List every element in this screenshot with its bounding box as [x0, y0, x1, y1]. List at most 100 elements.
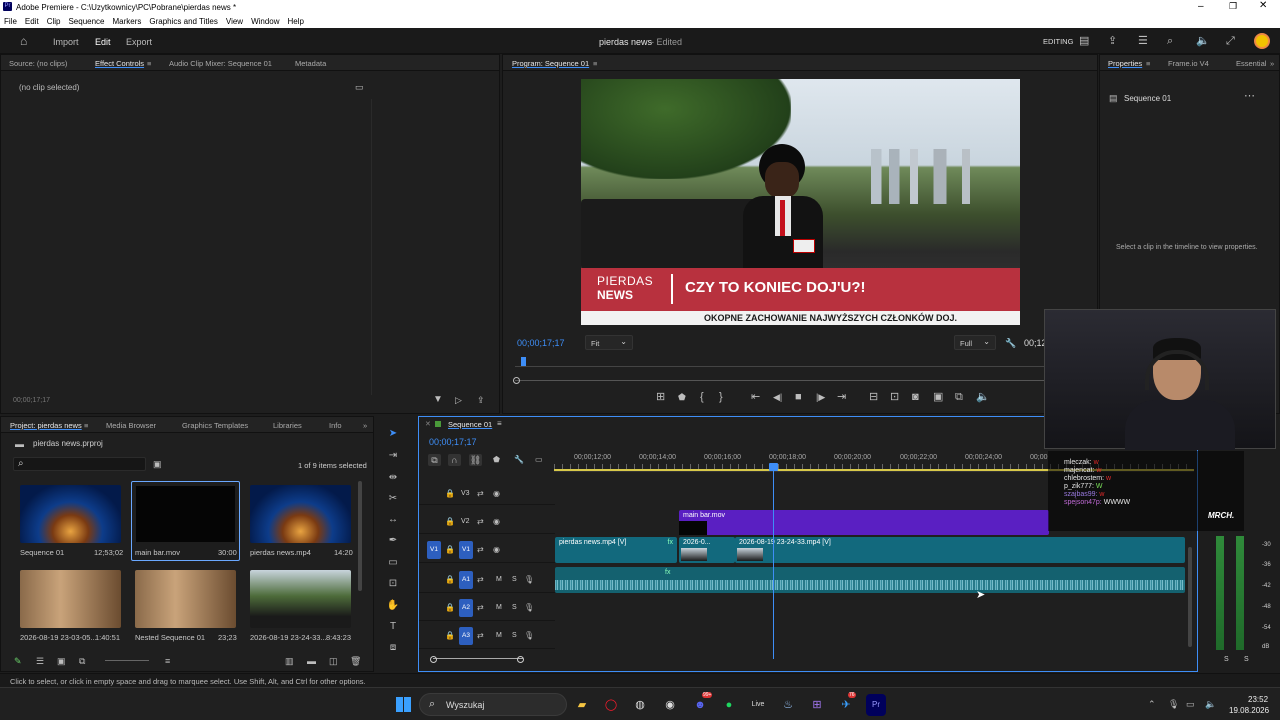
sync-lock-icon[interactable]: ⇄ — [477, 630, 484, 642]
step-back-icon[interactable]: ◀| — [773, 391, 782, 403]
export-frame-icon[interactable]: ⇪ — [477, 394, 485, 406]
selection-tool-icon[interactable]: ➤ — [386, 427, 400, 441]
nest-toggle-icon[interactable]: ⧉ — [428, 454, 441, 466]
lock-icon[interactable]: 🔒 — [445, 488, 455, 500]
clip-2026-long[interactable]: 2026-08-19 23-24-33.mp4 [V] — [735, 537, 1185, 563]
sync-lock-icon[interactable]: ⇄ — [477, 602, 484, 614]
windows-start-icon[interactable] — [396, 697, 411, 712]
eye-icon[interactable]: ◉ — [493, 488, 500, 500]
track-target-a3[interactable]: A3 — [459, 627, 473, 645]
scroll-handle[interactable] — [513, 377, 520, 384]
solo-button[interactable]: S — [512, 632, 517, 639]
go-to-in-icon[interactable]: ⇤ — [751, 391, 760, 403]
settings-wrench-icon[interactable]: 🔧 — [514, 454, 524, 466]
add-marker-icon[interactable]: ⬟ — [678, 391, 686, 403]
timeline-tab[interactable]: Sequence 01 — [448, 420, 492, 429]
mini-ruler[interactable] — [515, 357, 1045, 367]
tray-microphone-icon[interactable]: 🎙 — [1168, 698, 1179, 710]
h-scroll-end-handle[interactable] — [517, 656, 524, 663]
insert-icon[interactable]: ⊟ — [869, 391, 878, 403]
eye-icon[interactable]: ◉ — [493, 516, 500, 528]
lock-icon[interactable]: 🔒 — [445, 574, 455, 586]
track-select-tool-icon[interactable]: ⇥ — [386, 449, 400, 463]
mute-button[interactable]: M — [496, 576, 502, 583]
project-item-clip-2[interactable] — [250, 570, 351, 628]
clock-time[interactable]: 23:52 — [1248, 695, 1268, 704]
marker-icon[interactable]: ⬟ — [493, 454, 500, 466]
hand-tool-icon[interactable]: ✋ — [386, 599, 400, 613]
menu-help[interactable]: Help — [284, 14, 308, 26]
solo-button[interactable]: S — [512, 604, 517, 611]
lock-icon[interactable]: 🔒 — [445, 630, 455, 642]
playhead-handle[interactable] — [769, 463, 778, 471]
search-icon[interactable]: ⌕ — [1167, 35, 1173, 47]
new-bin-icon[interactable]: ▣ — [153, 458, 162, 470]
lock-icon[interactable]: 🔒 — [445, 544, 455, 556]
filter-icon[interactable]: ▼ — [433, 394, 443, 406]
h-scroll-start-handle[interactable] — [430, 656, 437, 663]
menu-sequence[interactable]: Sequence — [64, 14, 108, 26]
network-icon[interactable]: ▭ — [1186, 698, 1195, 710]
program-scrollbar[interactable] — [515, 380, 1045, 381]
mute-button[interactable]: M — [496, 632, 502, 639]
sort-icon[interactable]: ≡ — [165, 655, 170, 667]
tab-media-browser[interactable]: Media Browser — [106, 421, 156, 430]
toggle-timeline-icon[interactable]: ▭ — [355, 81, 364, 93]
linked-selection-icon[interactable]: ⛓ — [469, 454, 482, 466]
sync-lock-icon[interactable]: ⇄ — [477, 488, 484, 500]
avatar[interactable] — [1254, 33, 1270, 49]
tab-properties[interactable]: Properties — [1108, 59, 1142, 68]
maximize-button[interactable]: ❐ — [1229, 1, 1237, 12]
properties-menu-icon[interactable]: ≡ — [1146, 59, 1150, 68]
stop-icon[interactable]: ■ — [795, 391, 802, 403]
pen-tool-icon[interactable]: ✒ — [386, 534, 400, 548]
opera-icon[interactable]: ◯ — [601, 694, 621, 716]
project-item-clip-1[interactable] — [20, 570, 121, 628]
sync-lock-icon[interactable]: ⇄ — [477, 574, 484, 586]
clip-main-bar[interactable]: main bar.mov — [679, 510, 1049, 535]
menu-file[interactable]: File — [0, 14, 21, 26]
wrench-icon[interactable]: 🔧 — [1005, 337, 1016, 349]
workspace-panel-icon[interactable]: ▤ — [1079, 35, 1089, 47]
zoom-select[interactable]: Fit ⌄ — [585, 335, 633, 350]
timeline-horizontal-scrollbar[interactable] — [433, 658, 523, 664]
tab-project[interactable]: Project: pierdas news — [10, 421, 82, 430]
pencil-icon[interactable]: ✎ — [14, 655, 22, 667]
steam-overlay-icon[interactable]: ◉ — [660, 694, 680, 716]
panel-overflow-icon[interactable]: » — [363, 421, 367, 430]
tab-audio-clip-mixer[interactable]: Audio Clip Mixer: Sequence 01 — [169, 59, 272, 68]
menu-window[interactable]: Window — [247, 14, 283, 26]
project-item-nested-sequence[interactable] — [135, 570, 236, 628]
file-explorer-icon[interactable]: ▰ — [572, 694, 592, 716]
sync-lock-icon[interactable]: ⇄ — [477, 544, 484, 556]
generative-extend-icon[interactable]: ⊡ — [386, 577, 400, 591]
razor-tool-icon[interactable]: ✂ — [386, 492, 400, 506]
timeline-menu-icon[interactable]: ≡ — [497, 419, 502, 428]
program-menu-icon[interactable]: ≡ — [593, 59, 597, 68]
captions-tool-icon[interactable]: ⧈ — [386, 641, 400, 655]
playhead[interactable] — [773, 463, 774, 659]
lock-icon[interactable]: 🔒 — [445, 602, 455, 614]
tab-graphics-templates[interactable]: Graphics Templates — [182, 421, 248, 430]
panel-overflow-icon[interactable]: » — [1270, 59, 1274, 68]
new-folder-icon[interactable]: ▬ — [307, 655, 316, 667]
taskbar-search-input[interactable]: ⌕ Wyszukaj — [419, 693, 567, 716]
fullscreen-icon[interactable]: ⤢ — [1226, 35, 1235, 47]
project-menu-icon[interactable]: ≡ — [84, 421, 88, 430]
tab-effect-controls[interactable]: Effect Controls — [95, 59, 144, 68]
clip-audio-a1[interactable]: fx — [555, 567, 1185, 593]
eye-icon[interactable]: ◉ — [493, 544, 500, 556]
tab-info[interactable]: Info — [329, 421, 342, 430]
tab-libraries[interactable]: Libraries — [273, 421, 302, 430]
tray-volume-icon[interactable]: 🔈 — [1205, 698, 1216, 710]
steam-icon[interactable]: ♨ — [778, 694, 798, 716]
comparison-view-icon[interactable]: ▣ — [933, 391, 943, 403]
step-forward-icon[interactable]: |▶ — [816, 391, 825, 403]
multicam-icon[interactable]: ⧉ — [955, 391, 963, 403]
solo-left-button[interactable]: S — [1224, 656, 1229, 663]
freeform-view-icon[interactable]: ⧉ — [79, 655, 85, 667]
project-item-sequence-01[interactable] — [20, 485, 121, 543]
source-patch-v1[interactable]: V1 — [427, 541, 441, 559]
type-tool-icon[interactable]: T — [386, 620, 400, 634]
tray-overflow-icon[interactable]: ⌃ — [1148, 698, 1156, 710]
